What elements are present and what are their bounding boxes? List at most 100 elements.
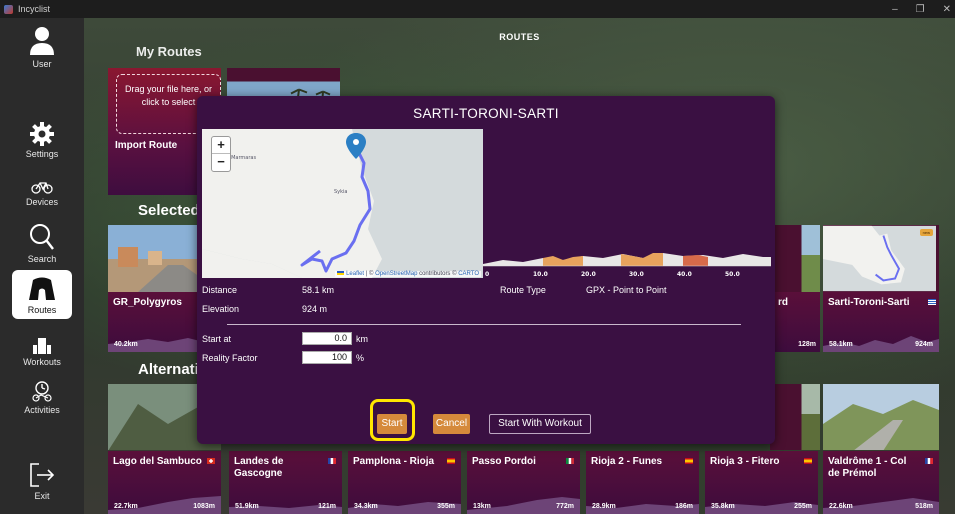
route-card[interactable]: Pamplona - Rioja 34.3km 355m [348, 451, 461, 514]
close-window-button[interactable]: ✕ [943, 4, 951, 15]
workouts-icon [33, 338, 51, 354]
route-map[interactable]: Neos Marmaras Sykia + − Leaflet | © Open… [202, 129, 483, 278]
route-distance: 34.3km [354, 503, 378, 510]
sidebar-item-user[interactable]: User [0, 26, 84, 69]
route-thumbnail [823, 384, 939, 450]
activities-icon [32, 381, 52, 402]
route-card[interactable]: Rioja 2 - Funes 28.9km 186m [586, 451, 699, 514]
route-name: Passo Pordoi [472, 456, 536, 467]
start-at-unit: km [356, 334, 368, 344]
route-info: Sarti-Toroni-Sarti 58.1km 924m [823, 292, 939, 352]
sidebar-item-exit[interactable]: Exit [0, 462, 84, 501]
route-info: Rioja 2 - Funes 28.9km 186m [586, 451, 699, 514]
elevation-axis-tick: 10.0 [533, 271, 548, 278]
leaflet-link[interactable]: Leaflet [346, 271, 364, 277]
route-card[interactable]: Passo Pordoi 13km 772m [467, 451, 580, 514]
elevation-label: Elevation [202, 304, 240, 314]
sidebar-item-label: Activities [24, 405, 60, 415]
route-name: rd [778, 297, 788, 308]
sidebar-item-settings[interactable]: Settings [0, 122, 84, 159]
bike-icon [31, 182, 53, 194]
elevation-axis-tick: 40.0 [677, 271, 692, 278]
map-zoom-control: + − [211, 136, 231, 172]
route-thumbnail [801, 225, 820, 292]
elevation-axis-tick: 0 [485, 271, 489, 278]
app-icon [4, 4, 13, 14]
minimize-button[interactable]: – [892, 4, 898, 15]
elevation-axis-tick: 50.0 [725, 271, 740, 278]
route-name: Pamplona - Rioja [353, 456, 435, 467]
route-distance: 22.7km [114, 503, 138, 510]
osm-link[interactable]: OpenStreetMap [375, 271, 417, 277]
route-name: Rioja 3 - Fitero [710, 456, 780, 467]
elevation-chart: 0 10.0 20.0 30.0 40.0 50.0 [483, 253, 771, 278]
divider [227, 324, 741, 325]
route-name: Valdrôme 1 - Col de Prémol [828, 456, 907, 479]
route-distance: 28.9km [592, 503, 616, 510]
sidebar-item-workouts[interactable]: Workouts [0, 336, 84, 367]
sidebar-item-search[interactable]: Search [0, 223, 84, 264]
start-at-input[interactable]: 0.0 [302, 332, 352, 345]
route-elevation: 1083m [193, 503, 215, 510]
sidebar-item-label: Search [27, 254, 57, 264]
route-info: rd 128m [770, 292, 820, 352]
route-elevation: 121m [318, 503, 336, 510]
route-thumb-partial [770, 384, 820, 450]
zoom-out-button[interactable]: − [212, 154, 230, 171]
route-distance: 40.2km [114, 341, 138, 348]
route-info: Rioja 3 - Fitero 35.8km 255m [705, 451, 818, 514]
carto-link[interactable]: CARTO [458, 271, 479, 277]
route-info: Lago del Sambuco 22.7km 1083m [108, 451, 221, 514]
section-selected: Selected [138, 202, 200, 219]
app-window: Incyclist – ❐ ✕ User Settings Devices Se… [0, 0, 955, 514]
sidebar-item-routes[interactable]: Routes [0, 270, 84, 319]
route-elevation: 186m [675, 503, 693, 510]
sidebar-item-label: User [32, 59, 52, 69]
route-dialog: SARTI-TORONI-SARTI Neos Marmaras Sykia +… [197, 96, 775, 444]
country-flag-icon [925, 458, 933, 464]
map-place-label: Sykia [334, 189, 347, 195]
import-route-label: Import Route [115, 140, 178, 151]
route-distance: 35.8km [711, 503, 735, 510]
route-thumb-partial [823, 384, 939, 450]
route-distance: 51.9km [235, 503, 259, 510]
route-distance: 22.6km [829, 503, 853, 510]
sidebar-item-label: Settings [25, 149, 59, 159]
route-elevation: 518m [915, 503, 933, 510]
route-info: Valdrôme 1 - Col de Prémol 22.6km 518m [823, 451, 939, 514]
route-card-sarti[interactable]: new Sarti-Toroni-Sarti 58.1km 924m [823, 225, 939, 352]
route-elevation: 924m [915, 341, 933, 348]
route-card[interactable]: Rioja 3 - Fitero 35.8km 255m [705, 451, 818, 514]
sidebar-item-devices[interactable]: Devices [0, 180, 84, 207]
reality-factor-input[interactable]: 100 [302, 351, 352, 364]
attribution-sep: | © [364, 271, 376, 277]
start-at-label: Start at [202, 334, 232, 344]
search-icon [30, 224, 54, 250]
sidebar-item-label: Routes [27, 305, 57, 315]
start-button[interactable]: Start [377, 414, 407, 434]
maximize-button[interactable]: ❐ [916, 4, 925, 15]
ukraine-flag-icon [337, 271, 345, 276]
section-my-routes: My Routes [136, 44, 202, 59]
distance-label: Distance [202, 285, 238, 295]
route-elevation: 772m [556, 503, 574, 510]
route-card-partial[interactable]: rd 128m [770, 225, 820, 352]
cancel-button[interactable]: Cancel [433, 414, 470, 434]
section-alternatives: Alternati [138, 361, 199, 378]
route-type-value: GPX - Point to Point [586, 285, 667, 295]
sidebar-item-label: Devices [25, 197, 58, 207]
user-icon [30, 27, 54, 55]
route-card[interactable]: Landes de Gascogne 51.9km 121m [229, 451, 342, 514]
zoom-in-button[interactable]: + [212, 137, 230, 154]
route-info: Pamplona - Rioja 34.3km 355m [348, 451, 461, 514]
start-with-workout-button[interactable]: Start With Workout [489, 414, 591, 434]
country-flag-icon [685, 458, 693, 464]
routes-active-box: Routes [12, 270, 72, 319]
country-flag-icon [804, 458, 812, 464]
sidebar-item-activities[interactable]: Activities [0, 380, 84, 415]
route-distance: 13km [473, 503, 491, 510]
route-card[interactable]: Valdrôme 1 - Col de Prémol 22.6km 518m [823, 451, 939, 514]
route-distance: 58.1km [829, 341, 853, 348]
route-card[interactable]: Lago del Sambuco 22.7km 1083m [108, 451, 221, 514]
route-info: Passo Pordoi 13km 772m [467, 451, 580, 514]
